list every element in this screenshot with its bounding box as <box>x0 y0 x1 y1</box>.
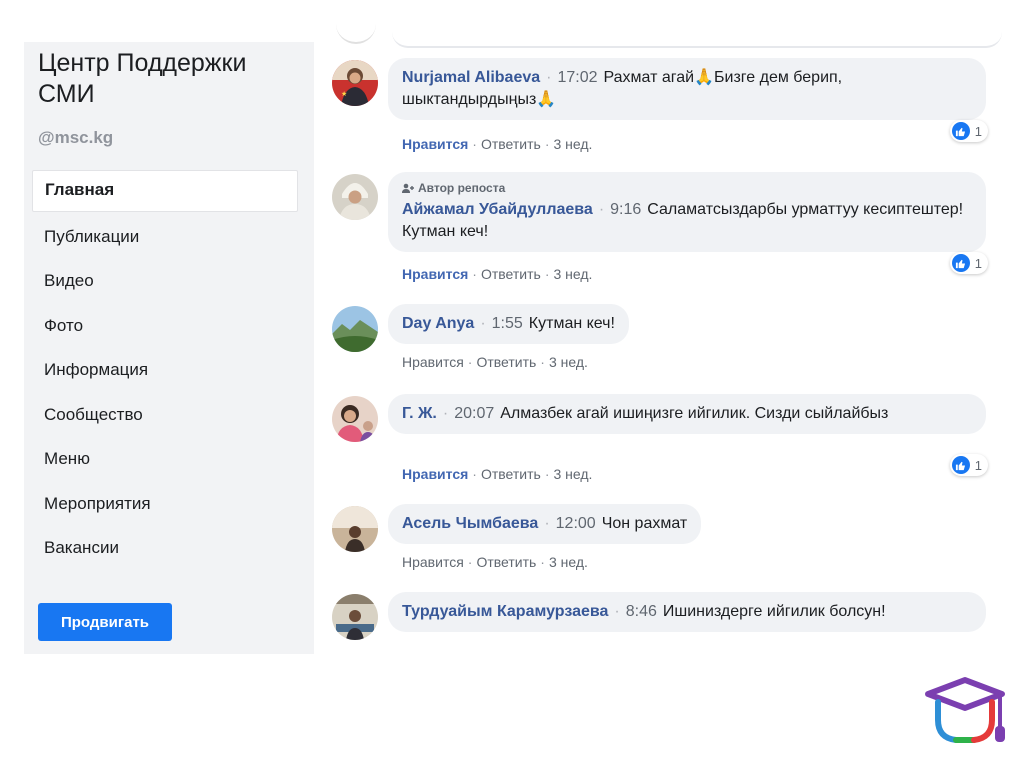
user-avatar[interactable]: ★ <box>332 60 378 106</box>
page-handle[interactable]: @msc.kg <box>38 128 113 148</box>
comment-time[interactable]: 1:55 <box>492 315 523 332</box>
comment-author[interactable]: Nurjamal Alibaeva <box>402 69 540 86</box>
reply-link[interactable]: Ответить <box>481 266 541 282</box>
nav-item-menu[interactable]: Меню <box>32 439 298 479</box>
nav-item-events[interactable]: Мероприятия <box>32 484 298 524</box>
comment-bubble: Асель Чымбаева · 12:00 Чон рахмат <box>388 504 702 544</box>
reaction-count: 1 <box>974 123 982 139</box>
landscape-avatar-photo-icon <box>332 306 378 352</box>
like-reaction-icon <box>951 456 970 474</box>
like-link[interactable]: Нравится <box>402 554 464 570</box>
nav-item-video[interactable]: Видео <box>32 261 298 301</box>
like-link[interactable]: Нравится <box>402 136 468 152</box>
comment-bubble: Г. Ж. · 20:07 Алмазбек агай ишиңизге ийгили… <box>388 394 986 434</box>
user-avatar[interactable] <box>332 594 378 640</box>
like-reaction-icon <box>951 122 970 140</box>
like-reaction-icon <box>951 254 970 272</box>
comment-time[interactable]: 17:02 <box>557 69 597 86</box>
comment-text: Кутман кеч! <box>528 315 615 332</box>
comment-age[interactable]: 3 нед. <box>553 466 592 482</box>
comments-section: ★ Nurjamal Alibaeva · 17:02 Рахмат агай🙏Биз… <box>330 0 1010 660</box>
comment-bubble: Nurjamal Alibaeva · 17:02 Рахмат агай🙏Бизге… <box>388 58 986 120</box>
user-avatar-photo-icon <box>332 396 378 442</box>
like-link[interactable]: Нравится <box>402 354 464 370</box>
comment-bubble: Турдуайым Карамурзаева · 8:46 Ишиниздерге и… <box>388 592 986 632</box>
reply-link[interactable]: Ответить <box>481 136 541 152</box>
nav-item-jobs[interactable]: Вакансии <box>32 528 298 568</box>
comment-time[interactable]: 12:00 <box>556 515 596 532</box>
reaction-count: 1 <box>974 457 982 473</box>
comment-age[interactable]: 3 нед. <box>553 266 592 282</box>
comment-time[interactable]: 9:16 <box>610 201 641 218</box>
user-avatar[interactable] <box>332 396 378 442</box>
svg-text:★: ★ <box>341 90 347 98</box>
comment-age[interactable]: 3 нед. <box>549 354 588 370</box>
previous-comment-edge <box>392 20 1002 48</box>
comment-bubble: Автор репоста Айжамал Убайдуллаева · 9:16 С… <box>388 172 986 252</box>
comment-author[interactable]: Айжамал Убайдуллаева <box>402 201 593 218</box>
repost-label: Автор репоста <box>418 181 506 195</box>
graduation-cap-logo-icon <box>925 677 1005 743</box>
user-avatar-photo-icon: ★ <box>332 60 378 106</box>
comment-bubble: Day Anya · 1:55 Кутман кеч! <box>388 304 629 344</box>
user-avatar[interactable] <box>332 174 378 220</box>
nav-item-photos[interactable]: Фото <box>32 306 298 346</box>
previous-avatar-edge <box>336 22 376 44</box>
user-avatar-photo-icon <box>332 594 378 640</box>
reply-link[interactable]: Ответить <box>476 554 536 570</box>
comment-author[interactable]: Турдуайым Карамурзаева <box>402 603 608 620</box>
user-avatar-photo-icon <box>332 174 378 220</box>
page-nav: Главная Публикации Видео Фото Информация… <box>32 170 298 573</box>
comment-actions: Нравится · Ответить · 3 нед. <box>402 466 593 482</box>
comment-text: Ишиниздерге ийгилик болсун! <box>662 603 886 620</box>
user-avatar-photo-icon <box>332 506 378 552</box>
comment-actions: Нравится · Ответить · 3 нед. <box>402 266 593 282</box>
comment-actions: Нравится · Ответить · 3 нед. <box>402 554 588 570</box>
nav-item-community[interactable]: Сообщество <box>32 395 298 435</box>
nav-item-about[interactable]: Информация <box>32 350 298 390</box>
comment-actions: Нравится · Ответить · 3 нед. <box>402 136 593 152</box>
user-avatar[interactable] <box>332 506 378 552</box>
comment-actions: Нравится · Ответить · 3 нед. <box>402 354 588 370</box>
comment-author[interactable]: Day Anya <box>402 315 474 332</box>
repost-tag: Автор репоста <box>402 181 972 195</box>
like-link[interactable]: Нравится <box>402 266 468 282</box>
nav-item-home[interactable]: Главная <box>32 170 298 212</box>
reaction-count: 1 <box>974 255 982 271</box>
like-link[interactable]: Нравится <box>402 466 468 482</box>
comment-text: Чон рахмат <box>601 515 688 532</box>
promote-button[interactable]: Продвигать <box>38 603 172 641</box>
reply-link[interactable]: Ответить <box>476 354 536 370</box>
reply-link[interactable]: Ответить <box>481 466 541 482</box>
comment-age[interactable]: 3 нед. <box>553 136 592 152</box>
comment-age[interactable]: 3 нед. <box>549 554 588 570</box>
comment-author[interactable]: Г. Ж. <box>402 405 437 422</box>
comment-text: Алмазбек агай ишиңизге ийгилик. Сизди сы… <box>500 405 889 422</box>
comment-author[interactable]: Асель Чымбаева <box>402 515 538 532</box>
reaction-summary[interactable]: 1 <box>949 454 988 476</box>
reaction-summary[interactable]: 1 <box>949 120 988 142</box>
user-avatar[interactable] <box>332 306 378 352</box>
page-title: Центр Поддержки СМИ <box>38 49 247 108</box>
page-sidebar: Центр Поддержки СМИ @msc.kg Главная Публ… <box>24 42 314 654</box>
comment-time[interactable]: 20:07 <box>454 405 494 422</box>
nav-item-posts[interactable]: Публикации <box>32 217 298 257</box>
comment-time[interactable]: 8:46 <box>626 603 657 620</box>
add-friend-icon <box>402 183 414 193</box>
reaction-summary[interactable]: 1 <box>949 252 988 274</box>
